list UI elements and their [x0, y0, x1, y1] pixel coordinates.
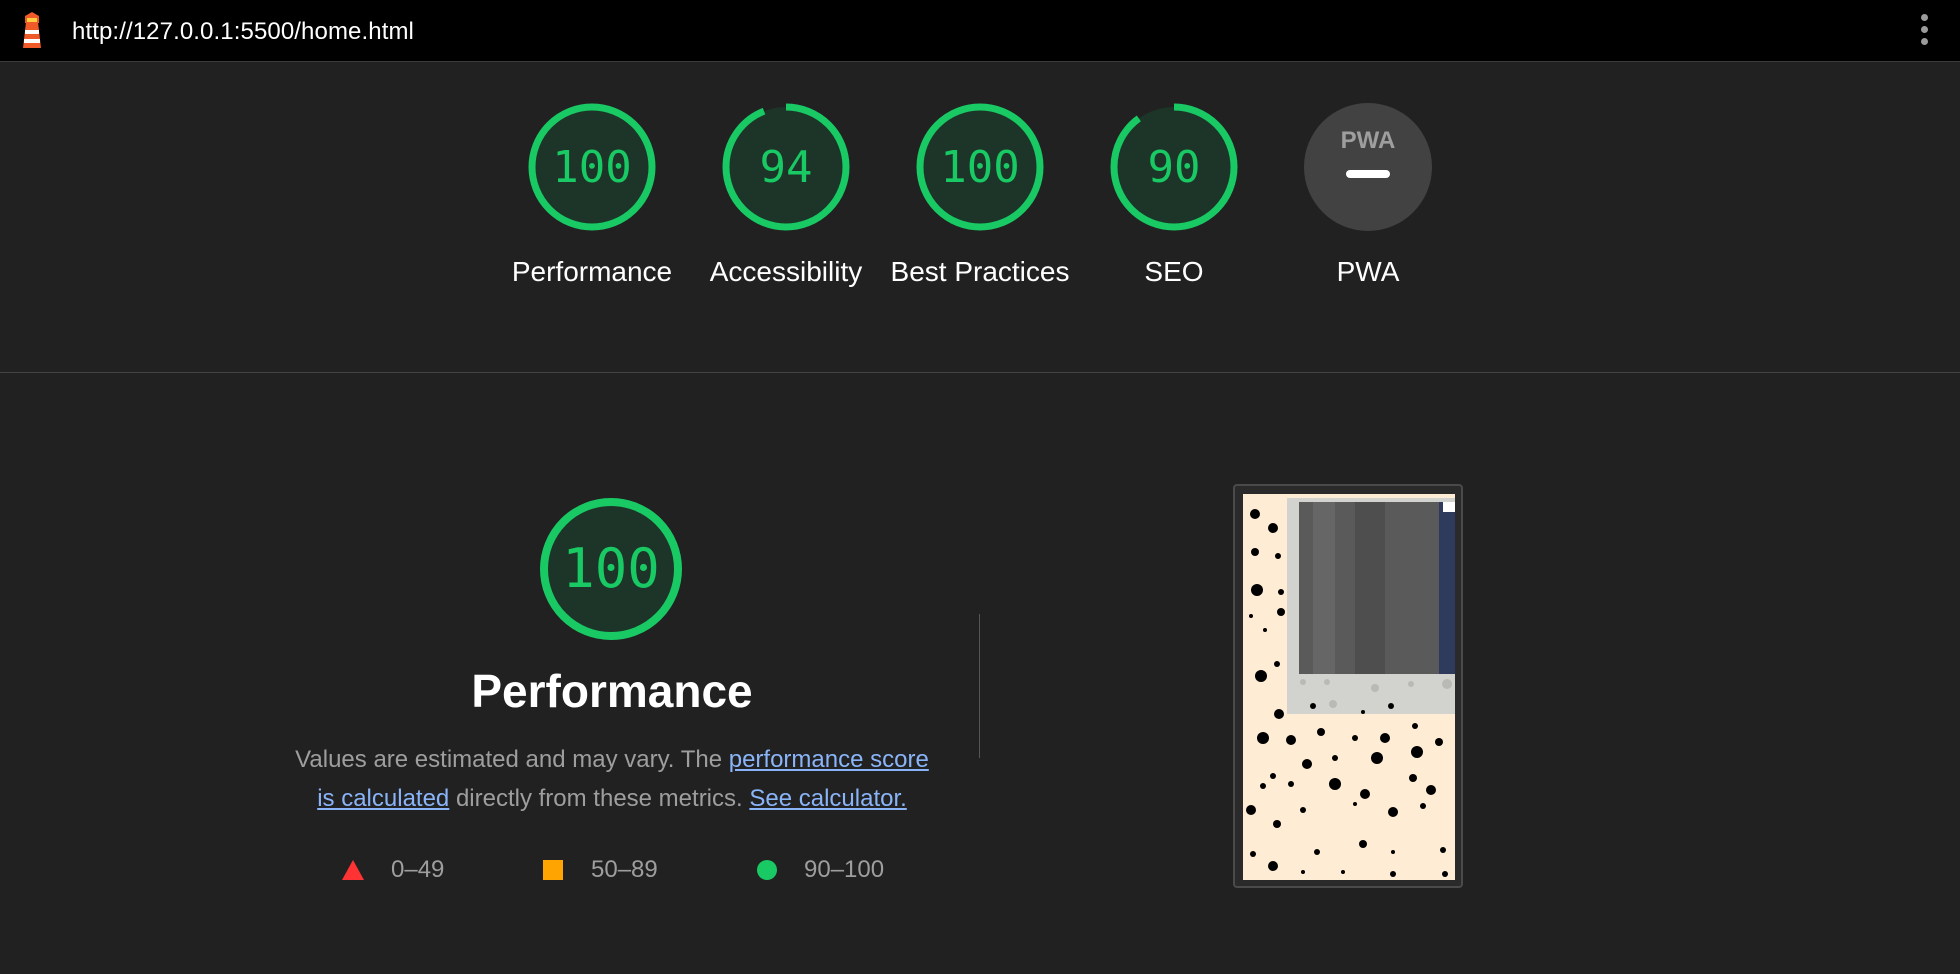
pwa-badge-text: PWA [1341, 127, 1396, 154]
legend-range-fail: 0–49 [391, 856, 445, 883]
performance-description: Values are estimated and may vary. The p… [290, 740, 934, 818]
lighthouse-icon[interactable] [18, 12, 46, 50]
description-text: Values are estimated and may vary. The [295, 746, 729, 773]
score-ring: 94 [722, 103, 850, 231]
gauge-label: PWA [1336, 256, 1400, 287]
gauge-performance[interactable]: 100 Performance [502, 102, 682, 292]
performance-title: Performance [471, 665, 753, 717]
pwa-badge-icon: PWA [1304, 103, 1432, 231]
gauge-pwa[interactable]: PWA PWA [1278, 102, 1458, 292]
score-value: 90 [1148, 142, 1201, 193]
section-divider [0, 372, 1960, 373]
screenshot-image [1243, 494, 1455, 880]
vertical-divider [979, 614, 980, 758]
score-ring: 100 [916, 103, 1044, 231]
gauge-label: SEO [1144, 256, 1204, 287]
url-text[interactable]: http://127.0.0.1:5500/home.html [72, 18, 414, 46]
performance-score-gauge: 100 [540, 498, 682, 640]
gauge-accessibility[interactable]: 94 Accessibility [696, 102, 876, 292]
circle-icon [757, 860, 777, 880]
score-legend: 0–49 50–89 90–100 [0, 856, 1960, 890]
gauge-seo[interactable]: 90 SEO [1084, 102, 1264, 292]
gauge-best-practices[interactable]: 100 Best Practices [890, 102, 1070, 292]
score-ring: 90 [1110, 103, 1238, 231]
performance-score-value: 100 [562, 537, 660, 600]
gauge-label: Accessibility [709, 256, 863, 287]
gauge-label: Performance [511, 256, 673, 287]
browser-bar: http://127.0.0.1:5500/home.html [0, 0, 1960, 62]
score-ring: 100 [528, 103, 656, 231]
legend-range-pass: 90–100 [804, 856, 885, 883]
triangle-icon [342, 860, 364, 880]
kebab-menu-icon[interactable] [1921, 14, 1929, 48]
score-value: 100 [552, 142, 631, 193]
category-gauges: 100 Performance 94 Accessibility 100 Bes… [0, 102, 1960, 322]
description-text: directly from these metrics. [449, 785, 750, 812]
legend-range-average: 50–89 [591, 856, 658, 883]
square-icon [543, 860, 563, 880]
see-calculator-link[interactable]: See calculator. [749, 785, 906, 812]
gauge-label: Best Practices [890, 256, 1070, 287]
score-value: 94 [760, 142, 813, 193]
score-value: 100 [940, 142, 1019, 193]
page-screenshot-thumbnail[interactable] [1233, 484, 1463, 888]
